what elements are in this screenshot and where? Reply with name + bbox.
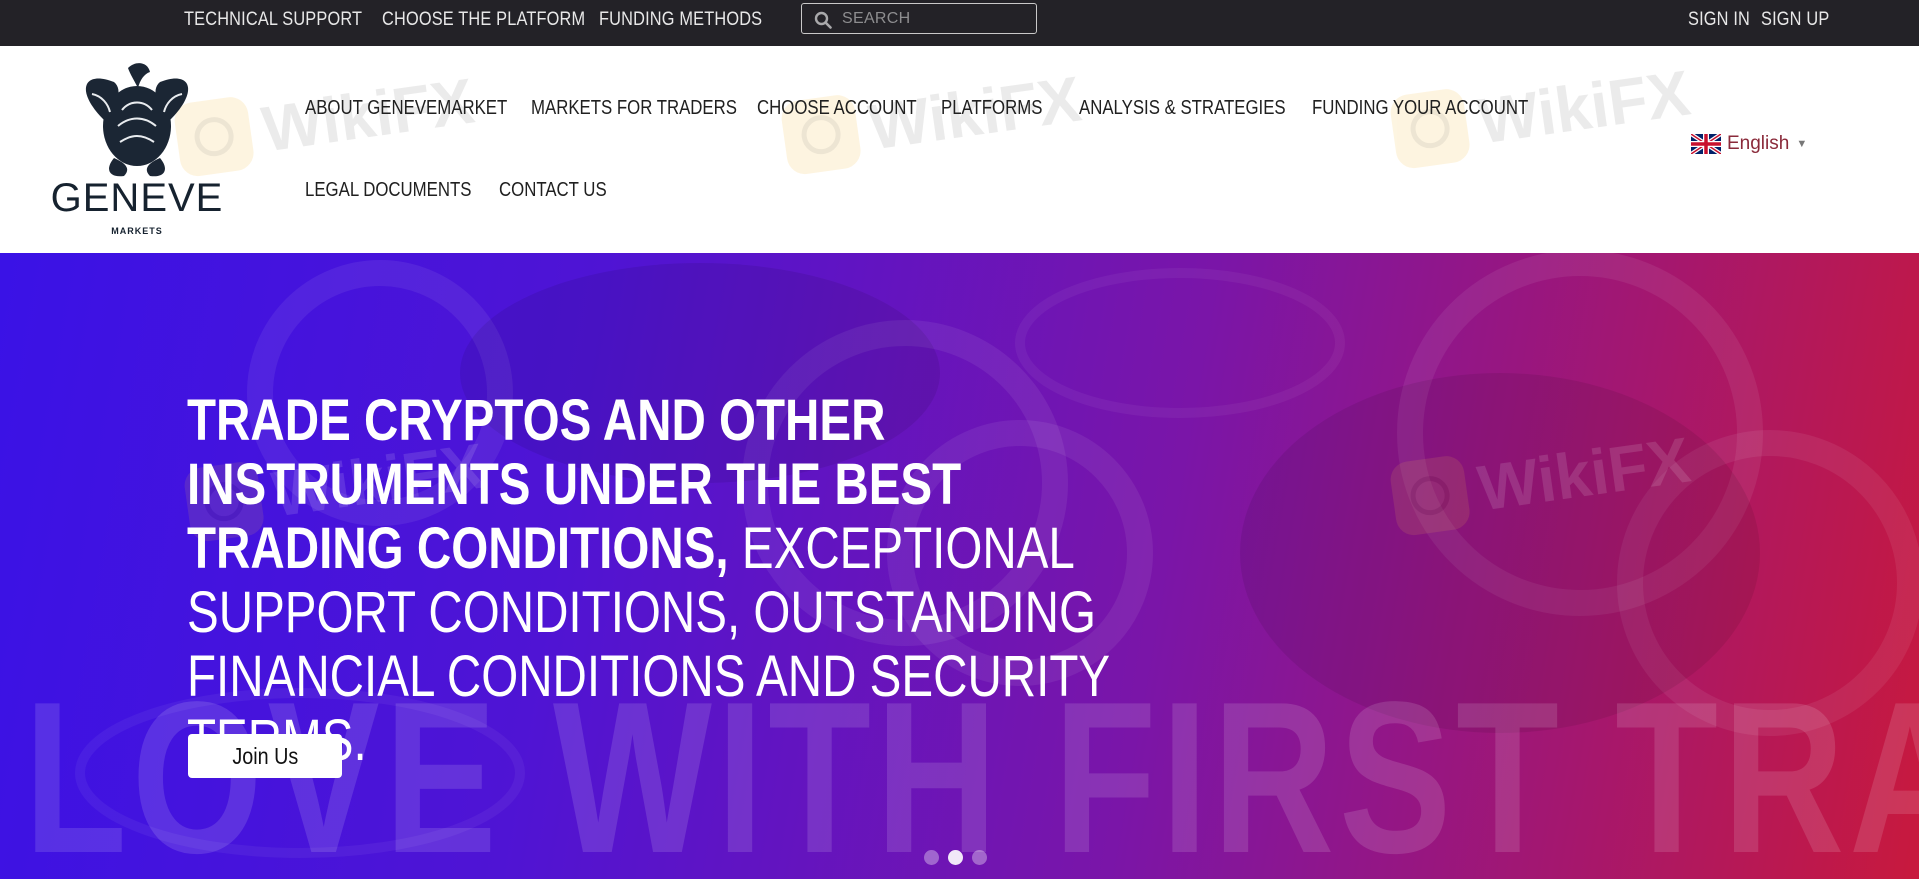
hero-headline: TRADE CRYPTOS AND OTHER INSTRUMENTS UNDE… <box>187 389 1171 773</box>
nav-platforms[interactable]: PLATFORMS <box>941 94 1042 122</box>
sign-up-link[interactable]: SIGN UP <box>1761 0 1829 40</box>
join-us-label: Join Us <box>232 742 298 769</box>
language-selector[interactable]: English ▼ <box>1691 131 1807 157</box>
carousel-dot-1[interactable] <box>924 850 939 865</box>
language-label: English <box>1727 133 1790 154</box>
phoenix-emblem-icon <box>85 63 189 177</box>
main-header: WikiFX WikiFX WikiFX GENEVE MARKETS ABOU… <box>0 46 1919 253</box>
nav-funding-your-account[interactable]: FUNDING YOUR ACCOUNT <box>1312 94 1528 122</box>
geneve-markets-logo[interactable]: GENEVE MARKETS <box>44 60 230 240</box>
hero-banner: WikiFX WikiFX LOVE WITH FIRST TRADE TRAD… <box>0 253 1919 879</box>
uk-flag-icon <box>1691 134 1721 154</box>
technical-support-link[interactable]: TECHNICAL SUPPORT <box>184 0 362 40</box>
funding-methods-link[interactable]: FUNDING METHODS <box>599 0 762 40</box>
nav-legal-documents[interactable]: LEGAL DOCUMENTS <box>305 176 471 204</box>
nav-markets-for-traders[interactable]: MARKETS FOR TRADERS <box>531 94 737 122</box>
nav-about[interactable]: ABOUT GENEVEMARKET <box>305 94 507 122</box>
carousel-dot-3[interactable] <box>972 850 987 865</box>
search-box[interactable] <box>801 3 1037 34</box>
top-utility-bar: TECHNICAL SUPPORT CHOOSE THE PLATFORM FU… <box>0 0 1919 46</box>
search-input[interactable] <box>842 6 1032 31</box>
search-icon <box>814 11 832 29</box>
nav-analysis-strategies[interactable]: ANALYSIS & STRATEGIES <box>1079 94 1286 122</box>
join-us-button[interactable]: Join Us <box>188 734 342 778</box>
nav-contact-us[interactable]: CONTACT US <box>499 176 607 204</box>
sign-in-link[interactable]: SIGN IN <box>1688 0 1750 40</box>
choose-platform-link[interactable]: CHOOSE THE PLATFORM <box>382 0 585 40</box>
carousel-dots <box>924 850 987 865</box>
chevron-down-icon: ▼ <box>1796 138 1808 150</box>
nav-choose-account[interactable]: CHOOSE ACCOUNT <box>757 94 917 122</box>
carousel-dot-2[interactable] <box>948 850 963 865</box>
logo-wordmark: GENEVE <box>50 176 224 220</box>
logo-subtitle: MARKETS <box>111 226 163 236</box>
